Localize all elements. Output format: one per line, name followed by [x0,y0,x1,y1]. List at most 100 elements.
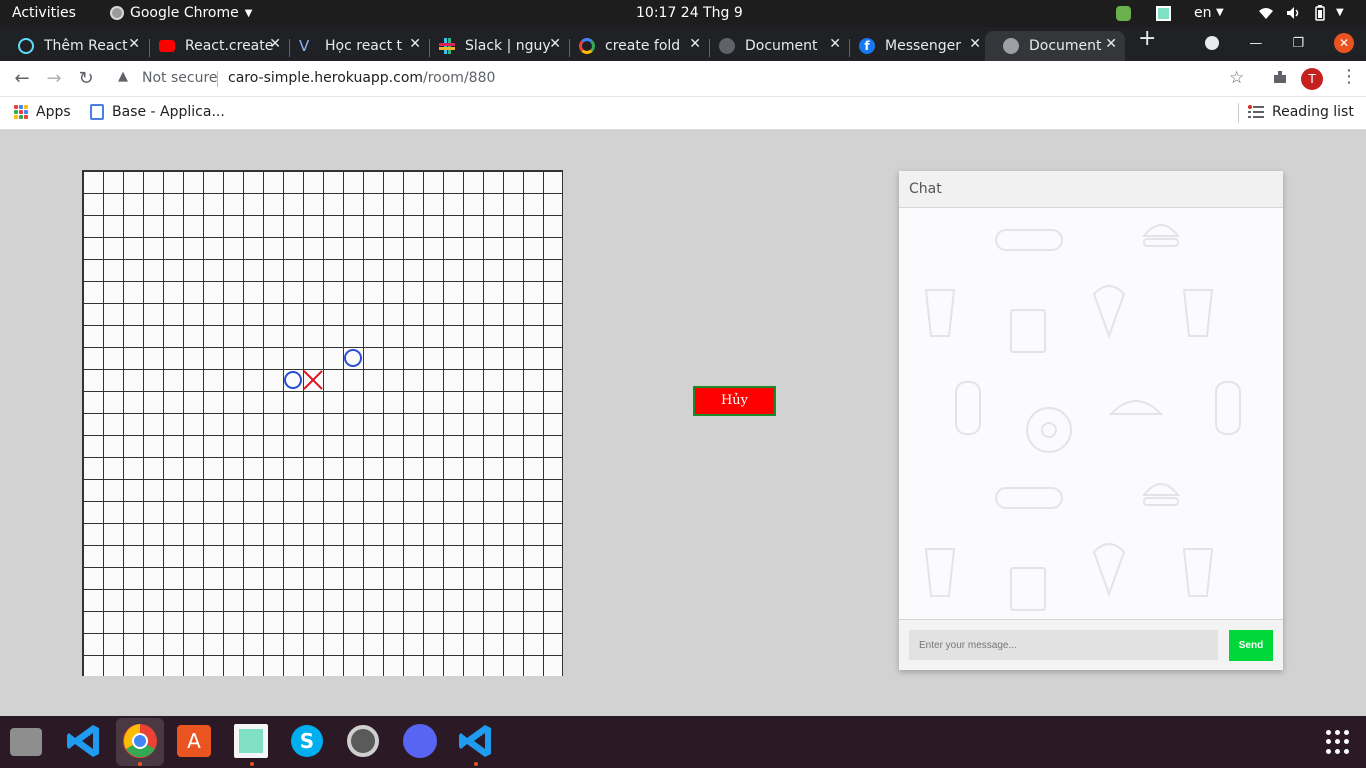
tab-item[interactable]: f Messenger ✕ [841,31,989,61]
url-host: caro-simple.herokuapp.com [228,70,424,86]
language-indicator[interactable]: en [1194,5,1212,21]
url-path: /room/880 [423,70,496,86]
tab-label: Document [745,38,818,54]
battery-icon[interactable] [1314,5,1326,21]
reload-icon[interactable]: ↻ [74,67,98,91]
caret-down-icon: ▼ [1216,7,1224,18]
chat-footer: Send [899,620,1283,670]
tab-label: create fold [605,38,681,54]
wifi-icon[interactable] [1258,6,1274,20]
caret-down-icon: ▼ [1336,7,1344,18]
tab-search-icon[interactable] [1205,36,1220,50]
bookmark-apps[interactable]: Apps [14,104,71,120]
close-icon[interactable]: ✕ [128,36,140,52]
apps-grid-icon [14,105,28,119]
minimize-icon[interactable]: — [1249,36,1262,51]
back-arrow-icon[interactable]: ← [10,67,34,91]
url-text[interactable]: caro-simple.herokuapp.com/room/880 [228,70,495,86]
tab-item-active[interactable]: Document ✕ [985,31,1125,61]
discord-icon[interactable] [403,724,437,758]
warning-icon[interactable]: ▲ [118,69,128,84]
forward-arrow-icon[interactable]: → [42,67,66,91]
chat-panel: Chat Enter your message... Send [899,171,1283,670]
facebook-icon: f [859,38,875,54]
clock[interactable]: 10:17 24 Thg 9 [636,5,743,21]
vscode-icon[interactable] [65,722,103,760]
tab-item[interactable]: Thêm React ✕ [0,31,148,61]
more-menu-icon[interactable]: ⋮ [1340,66,1358,87]
profile-avatar[interactable]: T [1301,68,1323,90]
tab-label: Messenger [885,38,962,54]
chat-messages-area[interactable] [899,208,1283,620]
board-marks-layer [284,349,362,390]
web-page: Hủy Chat Enter your message... Send [0,130,1366,716]
globe-icon [719,38,735,54]
chrome-small-icon [110,6,124,20]
app-menu-label: Google Chrome [130,5,239,21]
address-bar[interactable]: ▲ Not secure caro-simple.herokuapp.com/r… [108,65,1268,93]
software-center-icon[interactable]: A [177,725,211,757]
notes-tray-icon[interactable] [1156,6,1171,21]
o-mark [344,349,362,367]
send-button[interactable]: Send [1229,630,1273,661]
chat-message-input[interactable] [909,630,1218,660]
app-menu[interactable]: Google Chrome ▼ [110,5,252,21]
show-applications-icon[interactable] [1326,730,1350,754]
close-icon[interactable]: ✕ [689,36,701,52]
chat-header: Chat [899,171,1283,208]
slack-icon [439,38,455,54]
vscode-icon[interactable] [457,722,495,760]
close-icon[interactable]: ✕ [829,36,841,52]
settings-icon[interactable] [347,725,379,757]
volume-icon[interactable] [1286,6,1302,20]
new-tab-button[interactable]: + [1138,26,1156,51]
skype-icon[interactable]: S [291,725,323,757]
caro-board[interactable] [82,170,563,676]
tab-label: React.create [185,38,274,54]
reading-list-icon [1248,105,1264,118]
youtube-icon [159,40,175,52]
tab-strip: Thêm React ✕ React.create ✕ V Học react … [0,26,1366,61]
maximize-icon[interactable]: ❐ [1292,36,1304,51]
google-icon [579,38,595,54]
bookmark-label: Apps [36,104,71,120]
security-status[interactable]: Not secure [142,70,218,86]
close-icon[interactable]: ✕ [969,36,981,52]
tab-item[interactable]: create fold ✕ [561,31,709,61]
bookmarks-bar: Apps Base - Applica... Reading list [0,97,1366,130]
reading-list-button[interactable]: Reading list [1248,104,1354,120]
close-icon[interactable]: ✕ [549,36,561,52]
close-icon[interactable]: ✕ [409,36,421,52]
tab-label: Slack | nguy [465,38,551,54]
bookmark-label: Base - Applica... [112,104,225,120]
window-close-button[interactable]: ✕ [1334,33,1354,53]
react-icon [18,38,34,54]
browser-toolbar: ← → ↻ ▲ Not secure caro-simple.herokuapp… [0,61,1366,97]
activities-button[interactable]: Activities [12,5,76,21]
cancel-game-button[interactable]: Hủy [693,386,776,416]
caret-down-icon: ▼ [244,7,253,19]
taskbar-dock: A S [0,716,1366,768]
notes-icon[interactable] [234,724,268,758]
tab-label: Học react t [325,38,403,54]
files-icon[interactable] [10,728,42,756]
vuetify-icon: V [299,37,310,55]
extensions-icon[interactable] [1272,69,1288,85]
tab-item[interactable]: Document ✕ [701,31,849,61]
globe-icon [1003,38,1019,54]
base-icon [90,104,104,120]
bookmark-star-icon[interactable]: ☆ [1229,68,1244,88]
o-mark [284,371,302,389]
x-mark [303,370,323,390]
tab-item[interactable]: React.create ✕ [141,31,289,61]
tab-label: Thêm React [44,38,128,54]
close-icon[interactable]: ✕ [269,36,281,52]
tab-item[interactable]: V Học react t ✕ [281,31,429,61]
close-icon[interactable]: ✕ [1105,36,1117,52]
reading-list-label: Reading list [1272,104,1354,120]
system-top-bar: Activities Google Chrome ▼ 10:17 24 Thg … [0,0,1366,27]
shield-check-icon[interactable] [1116,6,1131,21]
chrome-icon[interactable] [121,722,159,760]
bookmark-base[interactable]: Base - Applica... [90,104,225,120]
tab-item[interactable]: Slack | nguy ✕ [421,31,569,61]
